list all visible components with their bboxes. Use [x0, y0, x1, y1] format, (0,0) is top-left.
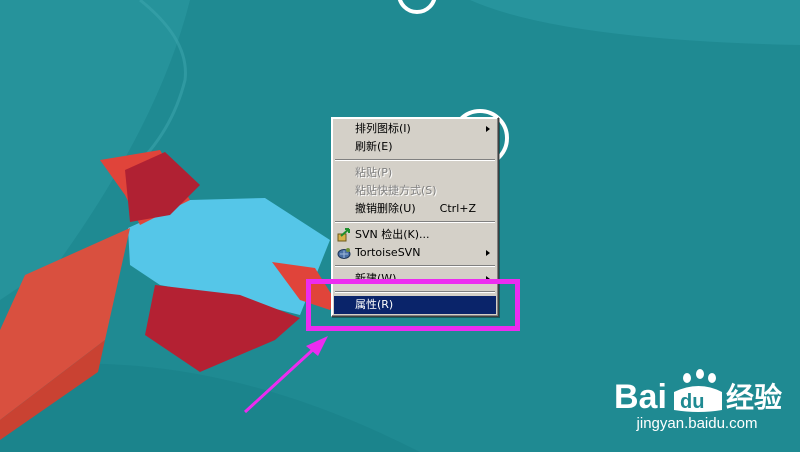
menu-item-label: 撤销删除(U)	[355, 202, 416, 215]
menu-item-label: 粘贴快捷方式(S)	[355, 184, 437, 197]
menu-item-label: 刷新(E)	[355, 140, 393, 153]
menu-item-label: TortoiseSVN	[355, 246, 421, 259]
menu-separator	[335, 221, 495, 223]
menu-item-paste-shortcut[interactable]: 粘贴快捷方式(S)	[334, 182, 496, 200]
menu-item-paste[interactable]: 粘贴(P)	[334, 164, 496, 182]
svg-text:经验: 经验	[726, 381, 782, 414]
menu-item-shortcut: Ctrl+Z	[439, 202, 476, 215]
menu-item-label: SVN 检出(K)...	[355, 228, 430, 241]
baidu-jingyan-logo: Bai du 经验	[614, 369, 782, 416]
svg-text:Bai: Bai	[614, 378, 667, 416]
menu-separator	[335, 265, 495, 267]
menu-item-svn-checkout[interactable]: SVN 检出(K)...	[334, 226, 496, 244]
menu-item-refresh[interactable]: 刷新(E)	[334, 138, 496, 156]
menu-item-undo-delete[interactable]: 撤销删除(U) Ctrl+Z	[334, 200, 496, 218]
submenu-arrow-icon	[486, 126, 490, 132]
menu-item-arrange-icons[interactable]: 排列图标(I)	[334, 120, 496, 138]
menu-item-tortoisesvn[interactable]: TortoiseSVN	[334, 244, 496, 262]
tortoisesvn-icon	[337, 248, 351, 259]
highlight-annotation-box	[306, 279, 520, 331]
baidu-jingyan-watermark: Bai du 经验 jingyan.baidu.com	[612, 362, 797, 442]
menu-item-label: 粘贴(P)	[355, 166, 393, 179]
svg-text:du: du	[680, 391, 704, 413]
menu-item-label: 排列图标(I)	[355, 122, 411, 135]
submenu-arrow-icon	[486, 250, 490, 256]
svn-checkout-icon	[337, 228, 350, 242]
menu-separator	[335, 159, 495, 161]
watermark-url: jingyan.baidu.com	[636, 415, 758, 432]
